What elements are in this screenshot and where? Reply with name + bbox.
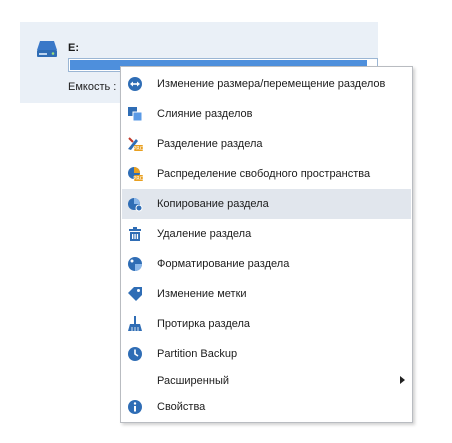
menu-item-resize-move[interactable]: Изменение размера/перемещение разделов: [122, 69, 411, 99]
broom-icon: [127, 316, 143, 332]
copy-partition-icon: [127, 196, 143, 212]
menu-item-properties[interactable]: Свойства: [122, 392, 411, 422]
context-menu: Изменение размера/перемещение разделов С…: [120, 66, 413, 423]
trash-icon: [127, 226, 143, 242]
menu-item-split[interactable]: PRO Разделение раздела: [122, 129, 411, 159]
menu-item-delete[interactable]: Удаление раздела: [122, 219, 411, 249]
menu-item-change-label[interactable]: Изменение метки: [122, 279, 411, 309]
split-partition-pro-icon: PRO: [127, 136, 143, 152]
menu-item-wipe[interactable]: Протирка раздела: [122, 309, 411, 339]
menu-item-allocate-free-space[interactable]: PRO Распределение свободного пространств…: [122, 159, 411, 189]
svg-text:PRO: PRO: [133, 176, 143, 182]
drive-letter: E:: [68, 42, 79, 54]
info-icon: [127, 399, 143, 415]
submenu-arrow-icon: [400, 376, 405, 384]
menu-item-partition-backup[interactable]: Partition Backup: [122, 339, 411, 369]
menu-item-merge[interactable]: Слияние разделов: [122, 99, 411, 129]
capacity-label: Емкость :: [68, 81, 117, 93]
allocate-free-space-pro-icon: PRO: [127, 166, 143, 182]
hard-drive-icon: [36, 39, 58, 59]
menu-item-format[interactable]: Форматирование раздела: [122, 249, 411, 279]
menu-item-copy[interactable]: Копирование раздела: [122, 189, 411, 219]
svg-text:PRO: PRO: [133, 146, 143, 152]
tag-icon: [127, 286, 143, 302]
merge-partitions-icon: [127, 106, 143, 122]
backup-clock-icon: [127, 346, 143, 362]
format-partition-icon: [127, 256, 143, 272]
resize-move-icon: [127, 76, 143, 92]
